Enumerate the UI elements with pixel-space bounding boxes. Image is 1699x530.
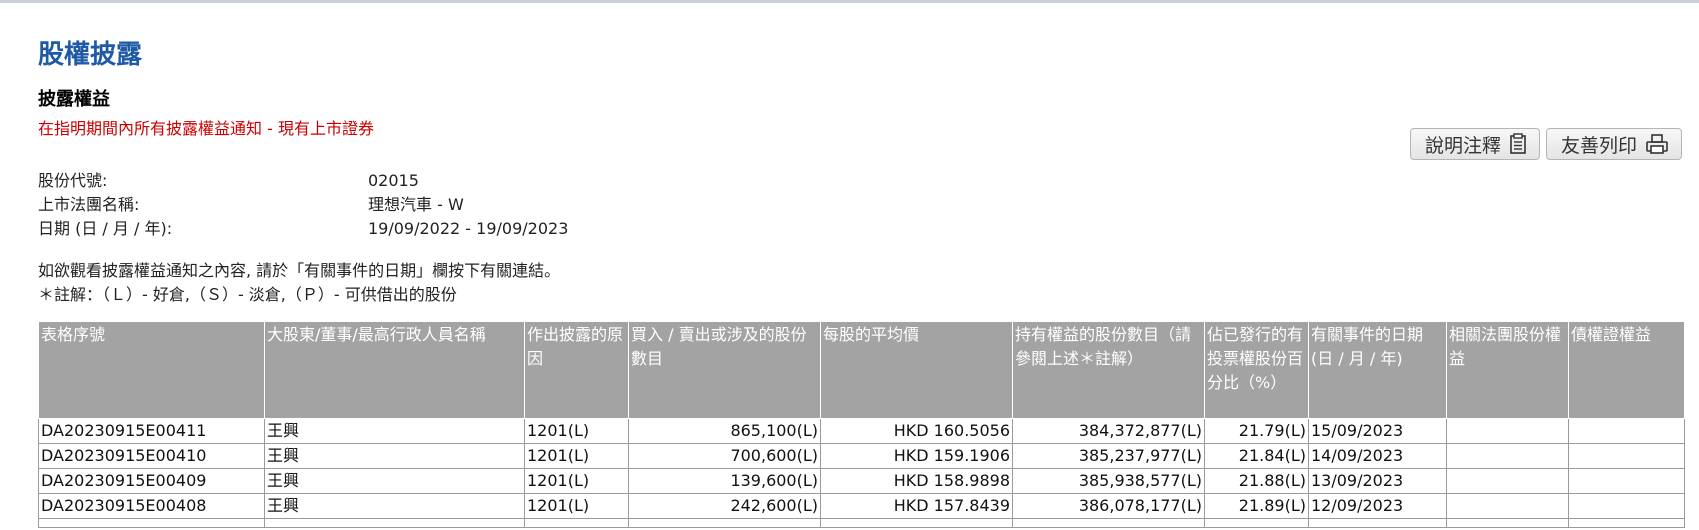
shares-held-cell: 385,938,577(L) [1012, 468, 1205, 494]
debenture-interest-cell [1568, 443, 1685, 469]
form-serial-cell: DA20230915E00410 [38, 443, 265, 469]
form-serial-cell: DA20230915E00409 [38, 468, 265, 494]
table-row: DA20230915E00409 王興 1201(L) 139,600(L) H… [38, 468, 1685, 494]
form-serial-cell: DA20230915E00411 [38, 418, 265, 444]
reason-cell: 1201(L) [524, 468, 629, 494]
column-header: 買入 / 賣出或涉及的股份數目 [628, 321, 821, 419]
form-serial-cell: DA20230915E00408 [38, 493, 265, 519]
company-row: 上市法團名稱: 理想汽車 - W [38, 193, 1684, 217]
debenture-interest-cell [1568, 468, 1685, 494]
notes-icon [1509, 133, 1527, 155]
percentage-cell: 21.89(L) [1204, 493, 1309, 519]
column-header: 作出披露的原因 [524, 321, 629, 419]
date-range-row: 日期 (日 / 月 / 年): 19/09/2022 - 19/09/2023 [38, 217, 1684, 241]
printer-icon [1645, 133, 1669, 155]
avg-price-cell: HKD 157.8439 [820, 493, 1013, 519]
holder-name-cell: 王興 [264, 418, 525, 444]
event-date-cell[interactable]: 13/09/2023 [1308, 468, 1447, 494]
table-header-row: 表格序號 大股東/董事/最高行政人員名稱 作出披露的原因 買入 / 賣出或涉及的… [38, 321, 1685, 419]
shares-held-cell: 384,372,877(L) [1012, 418, 1205, 444]
associated-interest-cell [1446, 493, 1569, 519]
notes-button[interactable]: 說明注釋 [1409, 128, 1540, 160]
column-header: 有關事件的日期 (日 / 月 / 年) [1308, 321, 1447, 419]
percentage-cell: 21.84(L) [1204, 443, 1309, 469]
avg-price-cell: HKD 159.1906 [820, 443, 1013, 469]
column-header: 每股的平均價 [820, 321, 1013, 419]
column-header: 佔已發行的有投票權股份百分比（%） [1204, 321, 1309, 419]
avg-price-cell: HKD 158.9898 [820, 468, 1013, 494]
shares-held-cell: 385,237,977(L) [1012, 443, 1205, 469]
shares-traded-cell: 139,600(L) [628, 468, 821, 494]
stock-code-label: 股份代號: [38, 171, 108, 190]
stock-code-value: 02015 [368, 171, 419, 190]
date-range-value: 19/09/2022 - 19/09/2023 [368, 219, 569, 238]
debenture-interest-cell [1568, 418, 1685, 444]
column-header: 大股東/董事/最高行政人員名稱 [264, 321, 525, 419]
column-header: 相關法團股份權益 [1446, 321, 1569, 419]
print-button[interactable]: 友善列印 [1545, 128, 1682, 160]
avg-price-cell: HKD 160.5056 [820, 418, 1013, 444]
notes-button-label: 說明注釋 [1424, 134, 1501, 157]
table-row-cut-off [38, 518, 1685, 528]
print-button-label: 友善列印 [1560, 134, 1637, 157]
disclosure-table: 表格序號 大股東/董事/最高行政人員名稱 作出披露的原因 買入 / 賣出或涉及的… [38, 321, 1685, 528]
shares-traded-cell: 700,600(L) [628, 443, 821, 469]
instructions: 如欲觀看披露權益通知之內容, 請於「有關事件的日期」欄按下有關連結。 ＊註解：（… [38, 259, 1684, 307]
percentage-cell: 21.79(L) [1204, 418, 1309, 444]
stock-code-row: 股份代號: 02015 [38, 169, 1684, 193]
page-title: 股權披露 [38, 40, 143, 70]
notes-legend: ＊註解：（Ｌ）- 好倉,（Ｓ）- 淡倉,（Ｐ）- 可供借出的股份 [38, 285, 457, 304]
content-area: 股權披露 披露權益 在指明期間內所有披露權益通知 - 現有上市證券 說明注釋 友… [38, 30, 1685, 528]
reason-cell: 1201(L) [524, 493, 629, 519]
column-header: 持有權益的股份數目（請參閱上述＊註解） [1012, 321, 1205, 419]
holder-name-cell: 王興 [264, 493, 525, 519]
reason-cell: 1201(L) [524, 418, 629, 444]
associated-interest-cell [1446, 468, 1569, 494]
table-row: DA20230915E00411 王興 1201(L) 865,100(L) H… [38, 418, 1685, 444]
shares-traded-cell: 242,600(L) [628, 493, 821, 519]
action-buttons: 說明注釋 友善列印 [1409, 128, 1682, 160]
associated-interest-cell [1446, 418, 1569, 444]
event-date-cell[interactable]: 12/09/2023 [1308, 493, 1447, 519]
percentage-cell: 21.88(L) [1204, 468, 1309, 494]
instruction-line: 如欲觀看披露權益通知之內容, 請於「有關事件的日期」欄按下有關連結。 [38, 261, 561, 280]
debenture-interest-cell [1568, 493, 1685, 519]
section-title: 披露權益 [38, 89, 110, 110]
column-header: 表格序號 [38, 321, 265, 419]
company-value: 理想汽車 - W [368, 195, 464, 214]
company-label: 上市法團名稱: [38, 195, 140, 214]
reason-cell: 1201(L) [524, 443, 629, 469]
holder-name-cell: 王興 [264, 468, 525, 494]
shares-traded-cell: 865,100(L) [628, 418, 821, 444]
date-range-label: 日期 (日 / 月 / 年): [38, 219, 173, 238]
event-date-cell[interactable]: 14/09/2023 [1308, 443, 1447, 469]
top-divider [0, 0, 1699, 3]
associated-interest-cell [1446, 443, 1569, 469]
column-header: 債權證權益 [1568, 321, 1685, 419]
stock-info: 股份代號: 02015 上市法團名稱: 理想汽車 - W 日期 (日 / 月 /… [38, 169, 1684, 241]
table-row: DA20230915E00408 王興 1201(L) 242,600(L) H… [38, 493, 1685, 519]
holder-name-cell: 王興 [264, 443, 525, 469]
table-row: DA20230915E00410 王興 1201(L) 700,600(L) H… [38, 443, 1685, 469]
event-date-cell[interactable]: 15/09/2023 [1308, 418, 1447, 444]
shares-held-cell: 386,078,177(L) [1012, 493, 1205, 519]
